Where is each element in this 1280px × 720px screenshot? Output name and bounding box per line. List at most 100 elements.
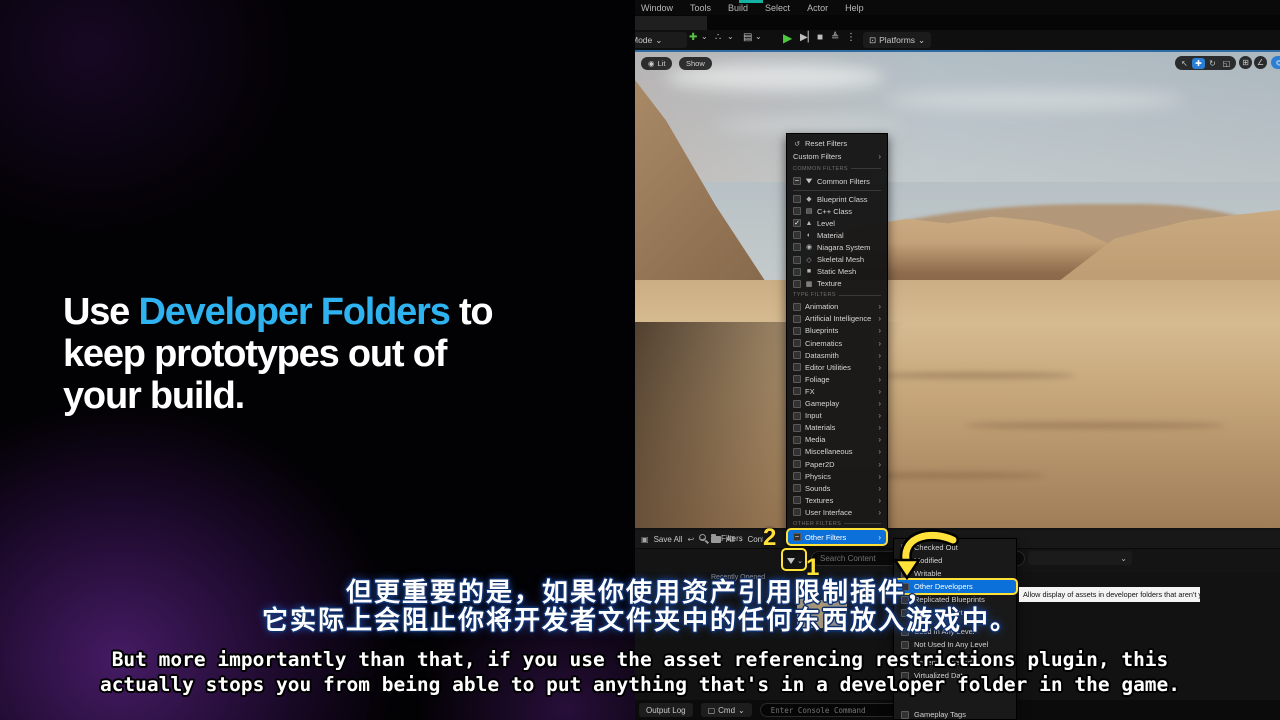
rotation-snap-icon[interactable]: ∠ bbox=[1254, 56, 1267, 69]
move-tool-icon[interactable]: ✚ bbox=[1192, 58, 1205, 69]
cmd-selector[interactable]: ▢ Cmd ⌄ bbox=[701, 703, 752, 717]
filter-category-sounds[interactable]: Sounds› bbox=[787, 482, 887, 494]
rotate-tool-icon[interactable]: ↻ bbox=[1206, 58, 1219, 69]
unchecked-checkbox[interactable] bbox=[793, 436, 801, 444]
unchecked-checkbox[interactable] bbox=[793, 460, 801, 468]
scale-tool-icon[interactable]: ◱ bbox=[1220, 58, 1233, 69]
unchecked-checkbox[interactable] bbox=[793, 472, 801, 480]
frame-skip-icon[interactable]: ▶▏ bbox=[800, 32, 815, 43]
blueprints-icon[interactable]: ∴ bbox=[715, 32, 721, 43]
filter-item-static-mesh[interactable]: ■Static Mesh bbox=[787, 266, 887, 278]
unchecked-checkbox[interactable] bbox=[793, 424, 801, 432]
mode-selector[interactable]: Mode⌄ bbox=[635, 32, 687, 48]
drawer-settings-dropdown[interactable]: ⌄ bbox=[1028, 551, 1132, 565]
unchecked-checkbox[interactable] bbox=[793, 363, 801, 371]
unchecked-checkbox[interactable] bbox=[793, 387, 801, 395]
unchecked-checkbox[interactable] bbox=[793, 412, 801, 420]
unchecked-checkbox[interactable] bbox=[793, 256, 801, 264]
cloud bbox=[715, 118, 905, 132]
back-icon[interactable]: ↩ bbox=[687, 535, 694, 544]
filter-category-label: Input bbox=[805, 411, 874, 420]
menu-item-select[interactable]: Select bbox=[765, 3, 790, 13]
unchecked-checkbox[interactable] bbox=[793, 243, 801, 251]
filter-item-material[interactable]: ◐Material bbox=[787, 229, 887, 241]
unchecked-checkbox[interactable] bbox=[793, 508, 801, 516]
level-tab[interactable] bbox=[635, 16, 707, 30]
filter-item-texture[interactable]: ▦Texture bbox=[787, 278, 887, 290]
common-filters-parent-item[interactable]: Common Filters bbox=[787, 174, 887, 188]
filter-category-datasmith[interactable]: Datasmith› bbox=[787, 349, 887, 361]
filter-category-textures[interactable]: Textures› bbox=[787, 494, 887, 506]
grid-snap-icon[interactable]: ⊞ bbox=[1239, 56, 1252, 69]
unchecked-checkbox[interactable] bbox=[793, 280, 801, 288]
blueprints-chevron-icon[interactable]: ⌄ bbox=[727, 32, 734, 41]
filter-category-user-interface[interactable]: User Interface› bbox=[787, 506, 887, 518]
chevron-right-icon: › bbox=[878, 399, 881, 408]
menu-item-actor[interactable]: Actor bbox=[807, 3, 828, 13]
unchecked-checkbox[interactable] bbox=[793, 231, 801, 239]
filter-item-c-class[interactable]: ▤C++ Class bbox=[787, 205, 887, 217]
eject-icon[interactable]: ≜ bbox=[831, 32, 839, 43]
mixed-checkbox[interactable] bbox=[793, 533, 801, 541]
stop-icon[interactable]: ■ bbox=[817, 32, 823, 43]
menu-item-tools[interactable]: Tools bbox=[690, 3, 711, 13]
reset-filters-item[interactable]: ↺ Reset Filters bbox=[787, 137, 887, 150]
unchecked-checkbox[interactable] bbox=[793, 375, 801, 383]
custom-filters-item[interactable]: Custom Filters › bbox=[787, 150, 887, 163]
play-icon[interactable]: ▶ bbox=[783, 31, 792, 45]
filter-category-materials[interactable]: Materials› bbox=[787, 422, 887, 434]
unchecked-checkbox[interactable] bbox=[901, 711, 909, 719]
filter-item-skeletal-mesh[interactable]: ◇Skeletal Mesh bbox=[787, 253, 887, 265]
output-log-button[interactable]: Output Log bbox=[639, 703, 693, 717]
unchecked-checkbox[interactable] bbox=[793, 400, 801, 408]
unchecked-checkbox[interactable] bbox=[793, 448, 801, 456]
filter-category-animation[interactable]: Animation› bbox=[787, 301, 887, 313]
unchecked-checkbox[interactable] bbox=[793, 327, 801, 335]
unchecked-checkbox[interactable] bbox=[793, 303, 801, 311]
unchecked-checkbox[interactable] bbox=[793, 496, 801, 504]
search-icon[interactable] bbox=[699, 534, 706, 541]
filter-category-artificial-intelligence[interactable]: Artificial Intelligence› bbox=[787, 313, 887, 325]
platforms-button[interactable]: ⊡ Platforms ⌄ bbox=[863, 32, 931, 48]
filter-item-niagara-system[interactable]: ◉Niagara System bbox=[787, 241, 887, 253]
filter-category-fx[interactable]: FX› bbox=[787, 385, 887, 397]
camera-speed-button[interactable]: ⏣ 10 bbox=[1271, 56, 1280, 69]
filter-category-foliage[interactable]: Foliage› bbox=[787, 373, 887, 385]
level-viewport[interactable]: ◉ Lit Show ↖ ✚ ↻ ◱ ⊞ ∠ ⏣ 10 bbox=[635, 52, 1280, 528]
filter-item-level[interactable]: ▲Level bbox=[787, 217, 887, 229]
unchecked-checkbox[interactable] bbox=[793, 195, 801, 203]
kebab-menu-icon[interactable]: ⋮ bbox=[846, 32, 856, 43]
filter-category-paper2d[interactable]: Paper2D› bbox=[787, 458, 887, 470]
breadcrumb-current[interactable]: Content bbox=[747, 535, 763, 544]
mixed-checkbox[interactable] bbox=[793, 177, 801, 185]
unchecked-checkbox[interactable] bbox=[793, 484, 801, 492]
save-all-button[interactable]: Save All bbox=[654, 535, 683, 544]
menu-item-build[interactable]: Build bbox=[728, 3, 748, 13]
filter-item-blueprint-class[interactable]: ◆Blueprint Class bbox=[787, 193, 887, 205]
view-mode-button[interactable]: ◉ Lit bbox=[641, 57, 672, 70]
other-filters-item[interactable]: Other Filters › bbox=[787, 529, 887, 545]
other-filter-gameplay-tags[interactable]: Gameplay Tags bbox=[894, 708, 1016, 720]
cinematics-icon[interactable]: ▤ bbox=[743, 32, 752, 43]
menu-item-help[interactable]: Help bbox=[845, 3, 864, 13]
filter-category-media[interactable]: Media› bbox=[787, 434, 887, 446]
add-actor-icon[interactable]: ✚ bbox=[689, 32, 697, 43]
unchecked-checkbox[interactable] bbox=[793, 268, 801, 276]
filter-category-miscellaneous[interactable]: Miscellaneous› bbox=[787, 446, 887, 458]
filter-category-cinematics[interactable]: Cinematics› bbox=[787, 337, 887, 349]
unchecked-checkbox[interactable] bbox=[793, 315, 801, 323]
unchecked-checkbox[interactable] bbox=[793, 339, 801, 347]
unchecked-checkbox[interactable] bbox=[793, 207, 801, 215]
add-actor-chevron-icon[interactable]: ⌄ bbox=[701, 32, 708, 41]
show-flags-button[interactable]: Show bbox=[679, 57, 712, 70]
filter-category-gameplay[interactable]: Gameplay› bbox=[787, 398, 887, 410]
filter-category-editor-utilities[interactable]: Editor Utilities› bbox=[787, 361, 887, 373]
unchecked-checkbox[interactable] bbox=[793, 351, 801, 359]
cinematics-chevron-icon[interactable]: ⌄ bbox=[755, 32, 762, 41]
menu-item-window[interactable]: Window bbox=[641, 3, 673, 13]
filter-category-blueprints[interactable]: Blueprints› bbox=[787, 325, 887, 337]
select-tool-icon[interactable]: ↖ bbox=[1178, 58, 1191, 69]
filter-category-physics[interactable]: Physics› bbox=[787, 470, 887, 482]
filter-category-input[interactable]: Input› bbox=[787, 410, 887, 422]
checked-checkbox[interactable] bbox=[793, 219, 801, 227]
